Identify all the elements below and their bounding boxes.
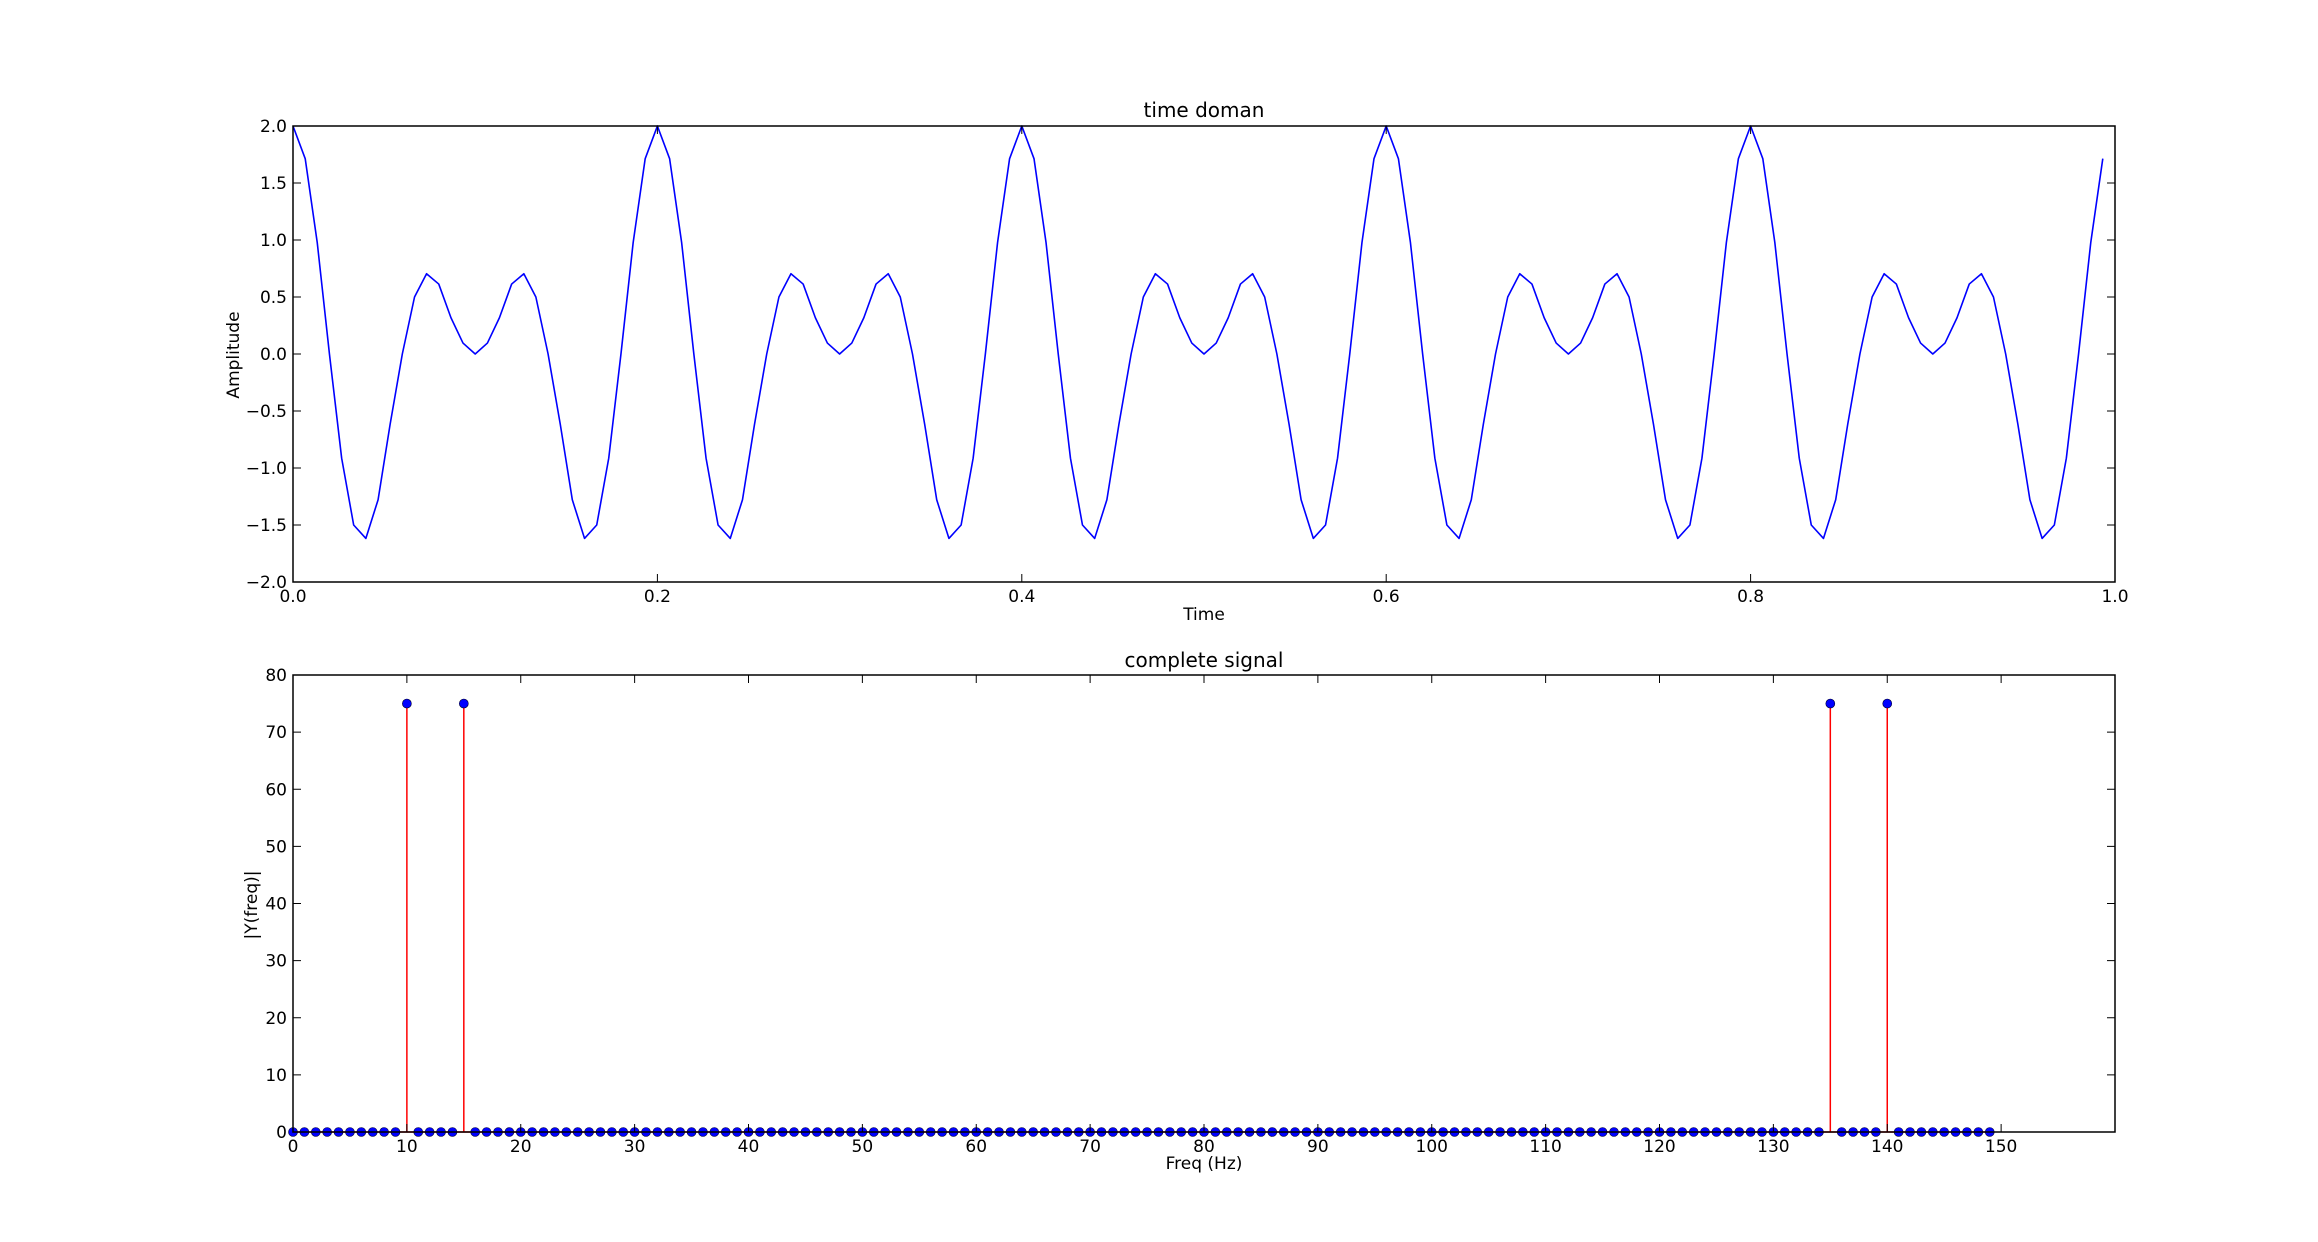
spectrum-xtick-label: 100 xyxy=(1416,1137,1448,1157)
time-domain-ytick-label: 0.5 xyxy=(260,288,287,308)
time-domain-ytick-label: 0.0 xyxy=(260,345,287,365)
spectrum-ytick-label: 40 xyxy=(265,895,287,915)
stem-marker xyxy=(1882,698,1893,709)
spectrum-ytick-label: 20 xyxy=(265,1009,287,1029)
spectrum-xtick-label: 20 xyxy=(510,1137,532,1157)
spectrum-ytick-label: 30 xyxy=(265,952,287,972)
spectrum-xtick-label: 0 xyxy=(288,1137,299,1157)
time-domain-ytick-label: 2.0 xyxy=(260,117,287,137)
spectrum-xtick-label: 110 xyxy=(1529,1137,1561,1157)
time-domain-xtick-label: 0.2 xyxy=(644,587,671,607)
spectrum-ytick-label: 60 xyxy=(265,780,287,800)
spectrum-xtick-label: 10 xyxy=(396,1137,418,1157)
spectrum-xtick-label: 50 xyxy=(852,1137,874,1157)
time-domain-ytick-label: −1.0 xyxy=(246,459,287,479)
time-domain-ytick-label: 1.5 xyxy=(260,174,287,194)
time-domain-title: time doman xyxy=(1144,98,1265,122)
time-domain-ytick-label: −0.5 xyxy=(246,402,287,422)
spectrum-ytick-label: 50 xyxy=(265,837,287,857)
spectrum-ytick-label: 70 xyxy=(265,723,287,743)
time-domain-ylabel: Amplitude xyxy=(224,311,244,398)
time-domain-xtick-label: 0.8 xyxy=(1737,587,1764,607)
time-domain-xtick-label: 0.4 xyxy=(1008,587,1035,607)
stem-marker xyxy=(402,698,412,709)
figure-background xyxy=(0,0,2318,1242)
spectrum-xtick-label: 130 xyxy=(1757,1137,1789,1157)
figure: time doman Time Amplitude 0.0 0.2 0.4 0.6 0.… xyxy=(0,0,2318,1242)
spectrum-xtick-label: 140 xyxy=(1871,1137,1903,1157)
time-domain-xtick-label: 1.0 xyxy=(2101,587,2128,607)
time-domain-ytick-label: −2.0 xyxy=(246,573,287,593)
time-domain-ytick-label: −1.5 xyxy=(246,516,287,536)
spectrum-xtick-label: 90 xyxy=(1307,1137,1329,1157)
spectrum-xtick-label: 70 xyxy=(1079,1137,1101,1157)
spectrum-xtick-label: 80 xyxy=(1193,1137,1215,1157)
spectrum-xtick-label: 120 xyxy=(1643,1137,1675,1157)
time-domain-xlabel: Time xyxy=(1182,605,1225,625)
time-domain-ytick-label: 1.0 xyxy=(260,231,287,251)
spectrum-xtick-label: 60 xyxy=(965,1137,987,1157)
spectrum-ytick-label: 0 xyxy=(276,1123,287,1143)
spectrum-ytick-label: 10 xyxy=(265,1066,287,1086)
spectrum-ylabel: |Y(freq)| xyxy=(242,871,262,940)
stem-marker xyxy=(1825,698,1836,709)
spectrum-xlabel: Freq (Hz) xyxy=(1166,1154,1243,1174)
spectrum-ytick-label: 80 xyxy=(265,666,287,686)
time-domain-xtick-label: 0.6 xyxy=(1373,587,1400,607)
spectrum-title: complete signal xyxy=(1125,648,1284,672)
stem-marker xyxy=(459,698,469,709)
spectrum-xtick-label: 150 xyxy=(1985,1137,2017,1157)
spectrum-xtick-label: 30 xyxy=(624,1137,646,1157)
spectrum-xtick-label: 40 xyxy=(738,1137,760,1157)
